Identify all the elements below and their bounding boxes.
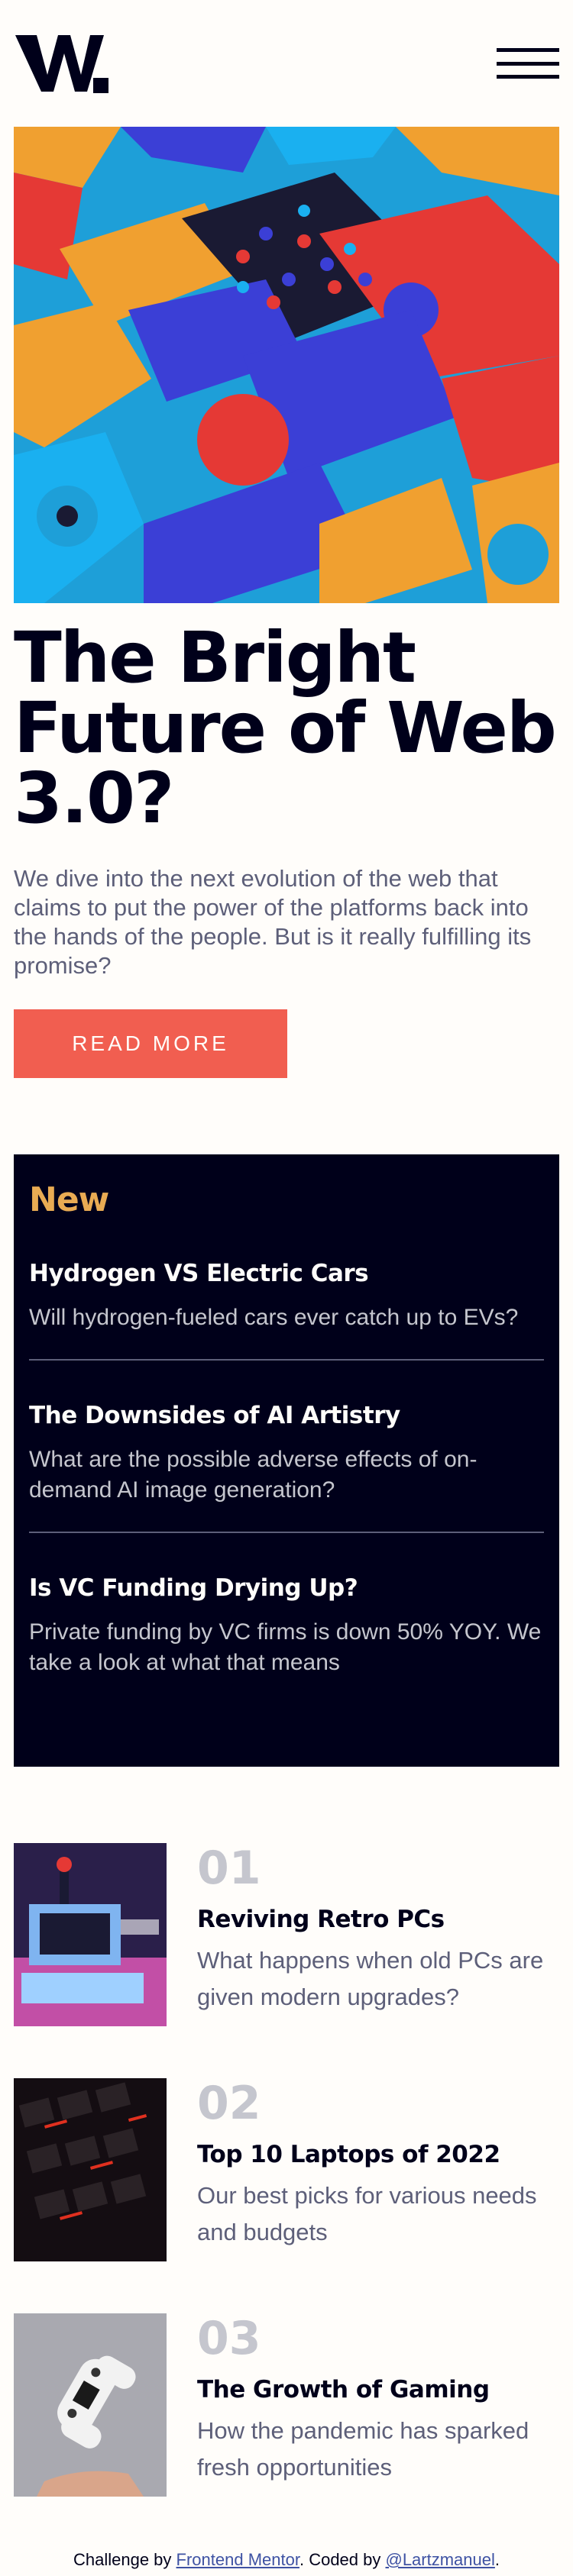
ranked-number: 02	[197, 2077, 261, 2130]
ranked-description: Our best picks for various needs and bud…	[197, 2182, 537, 2245]
ranked-title[interactable]: The Growth of Gaming	[197, 2374, 559, 2405]
new-item-title[interactable]: Hydrogen VS Electric Cars	[29, 1258, 544, 1289]
game-controller-image	[14, 2313, 167, 2497]
page: The Bright Future of Web 3.0? We dive in…	[0, 0, 573, 2576]
ranked-articles: 01 Reviving Retro PCs What happens when …	[14, 1843, 559, 2497]
ranked-article-text: 03 The Growth of Gaming How the pandemic…	[197, 2313, 559, 2497]
hero-title: The Bright Future of Web 3.0?	[14, 617, 557, 839]
new-item-title[interactable]: The Downsides of AI Artistry	[29, 1400, 544, 1431]
ranked-article: 03 The Growth of Gaming How the pandemic…	[14, 2313, 559, 2497]
read-more-button[interactable]: READ MORE	[14, 1009, 287, 1078]
new-item-description: Private funding by VC firms is down 50% …	[29, 1619, 542, 1675]
logo-icon[interactable]	[14, 31, 113, 96]
ranked-article-text: 01 Reviving Retro PCs What happens when …	[197, 1843, 559, 2026]
author-link[interactable]: @Lartzmanuel	[385, 2550, 494, 2569]
ranked-description: What happens when old PCs are given mode…	[197, 1947, 544, 2010]
new-item-title[interactable]: Is VC Funding Drying Up?	[29, 1573, 544, 1603]
new-section-heading: New	[29, 1180, 109, 1219]
new-item-description: Will hydrogen-fueled cars ever catch up …	[29, 1305, 519, 1330]
ranked-article-text: 02 Top 10 Laptops of 2022 Our best picks…	[197, 2078, 559, 2261]
retro-pc-image	[14, 1843, 167, 2026]
new-item: The Downsides of AI Artistry What are th…	[29, 1361, 544, 1533]
hero-description: We dive into the next evolution of the w…	[14, 865, 532, 979]
ranked-title[interactable]: Reviving Retro PCs	[197, 1904, 559, 1935]
frontend-mentor-link[interactable]: Frontend Mentor	[176, 2550, 299, 2569]
laptop-keyboard-image	[14, 2078, 167, 2261]
ranked-article: 01 Reviving Retro PCs What happens when …	[14, 1843, 559, 2026]
new-item: Hydrogen VS Electric Cars Will hydrogen-…	[29, 1219, 544, 1361]
ranked-number: 01	[197, 1842, 261, 1895]
hamburger-icon[interactable]	[497, 48, 559, 79]
new-item-description: What are the possible adverse effects of…	[29, 1447, 478, 1503]
ranked-number: 03	[197, 2312, 261, 2365]
abstract-3d-shapes-image	[14, 127, 559, 603]
attribution-footer: Challenge by Frontend Mentor. Coded by @…	[0, 2550, 573, 2570]
site-header	[14, 0, 559, 127]
ranked-description: How the pandemic has sparked fresh oppor…	[197, 2417, 529, 2481]
attribution-prefix: Challenge by	[73, 2550, 176, 2569]
new-section: New Hydrogen VS Electric Cars Will hydro…	[14, 1154, 559, 1767]
attribution-suffix: .	[494, 2550, 500, 2569]
ranked-title[interactable]: Top 10 Laptops of 2022	[197, 2139, 559, 2170]
ranked-article: 02 Top 10 Laptops of 2022 Our best picks…	[14, 2078, 559, 2261]
attribution-middle: . Coded by	[299, 2550, 386, 2569]
new-item: Is VC Funding Drying Up? Private funding…	[29, 1533, 544, 1704]
